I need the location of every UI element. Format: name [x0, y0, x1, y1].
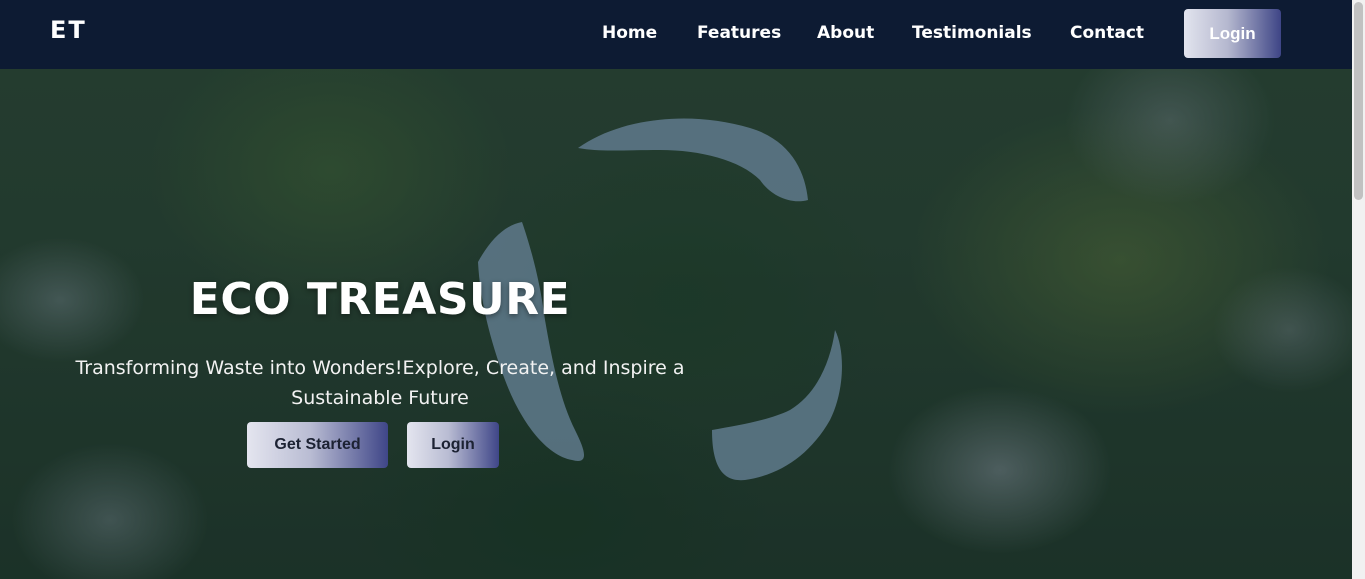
- hero-subtitle: Transforming Waste into Wonders!Explore,…: [75, 357, 685, 409]
- hero-login-button[interactable]: Login: [407, 422, 499, 468]
- nav-link-features[interactable]: Features: [697, 23, 781, 43]
- nav-login-button[interactable]: Login: [1184, 9, 1281, 58]
- nav-link-about[interactable]: About: [817, 23, 874, 43]
- nav-link-contact[interactable]: Contact: [1070, 23, 1144, 43]
- hero-title: ECO TREASURE: [189, 274, 571, 325]
- nav-link-testimonials[interactable]: Testimonials: [912, 23, 1032, 43]
- nav-link-home[interactable]: Home: [602, 23, 657, 43]
- site-logo[interactable]: ET: [50, 16, 87, 44]
- get-started-button[interactable]: Get Started: [247, 422, 388, 468]
- scrollbar-thumb[interactable]: [1354, 2, 1363, 200]
- navbar: ET Home Features About Testimonials Cont…: [0, 0, 1352, 69]
- page-scrollbar[interactable]: [1352, 0, 1365, 579]
